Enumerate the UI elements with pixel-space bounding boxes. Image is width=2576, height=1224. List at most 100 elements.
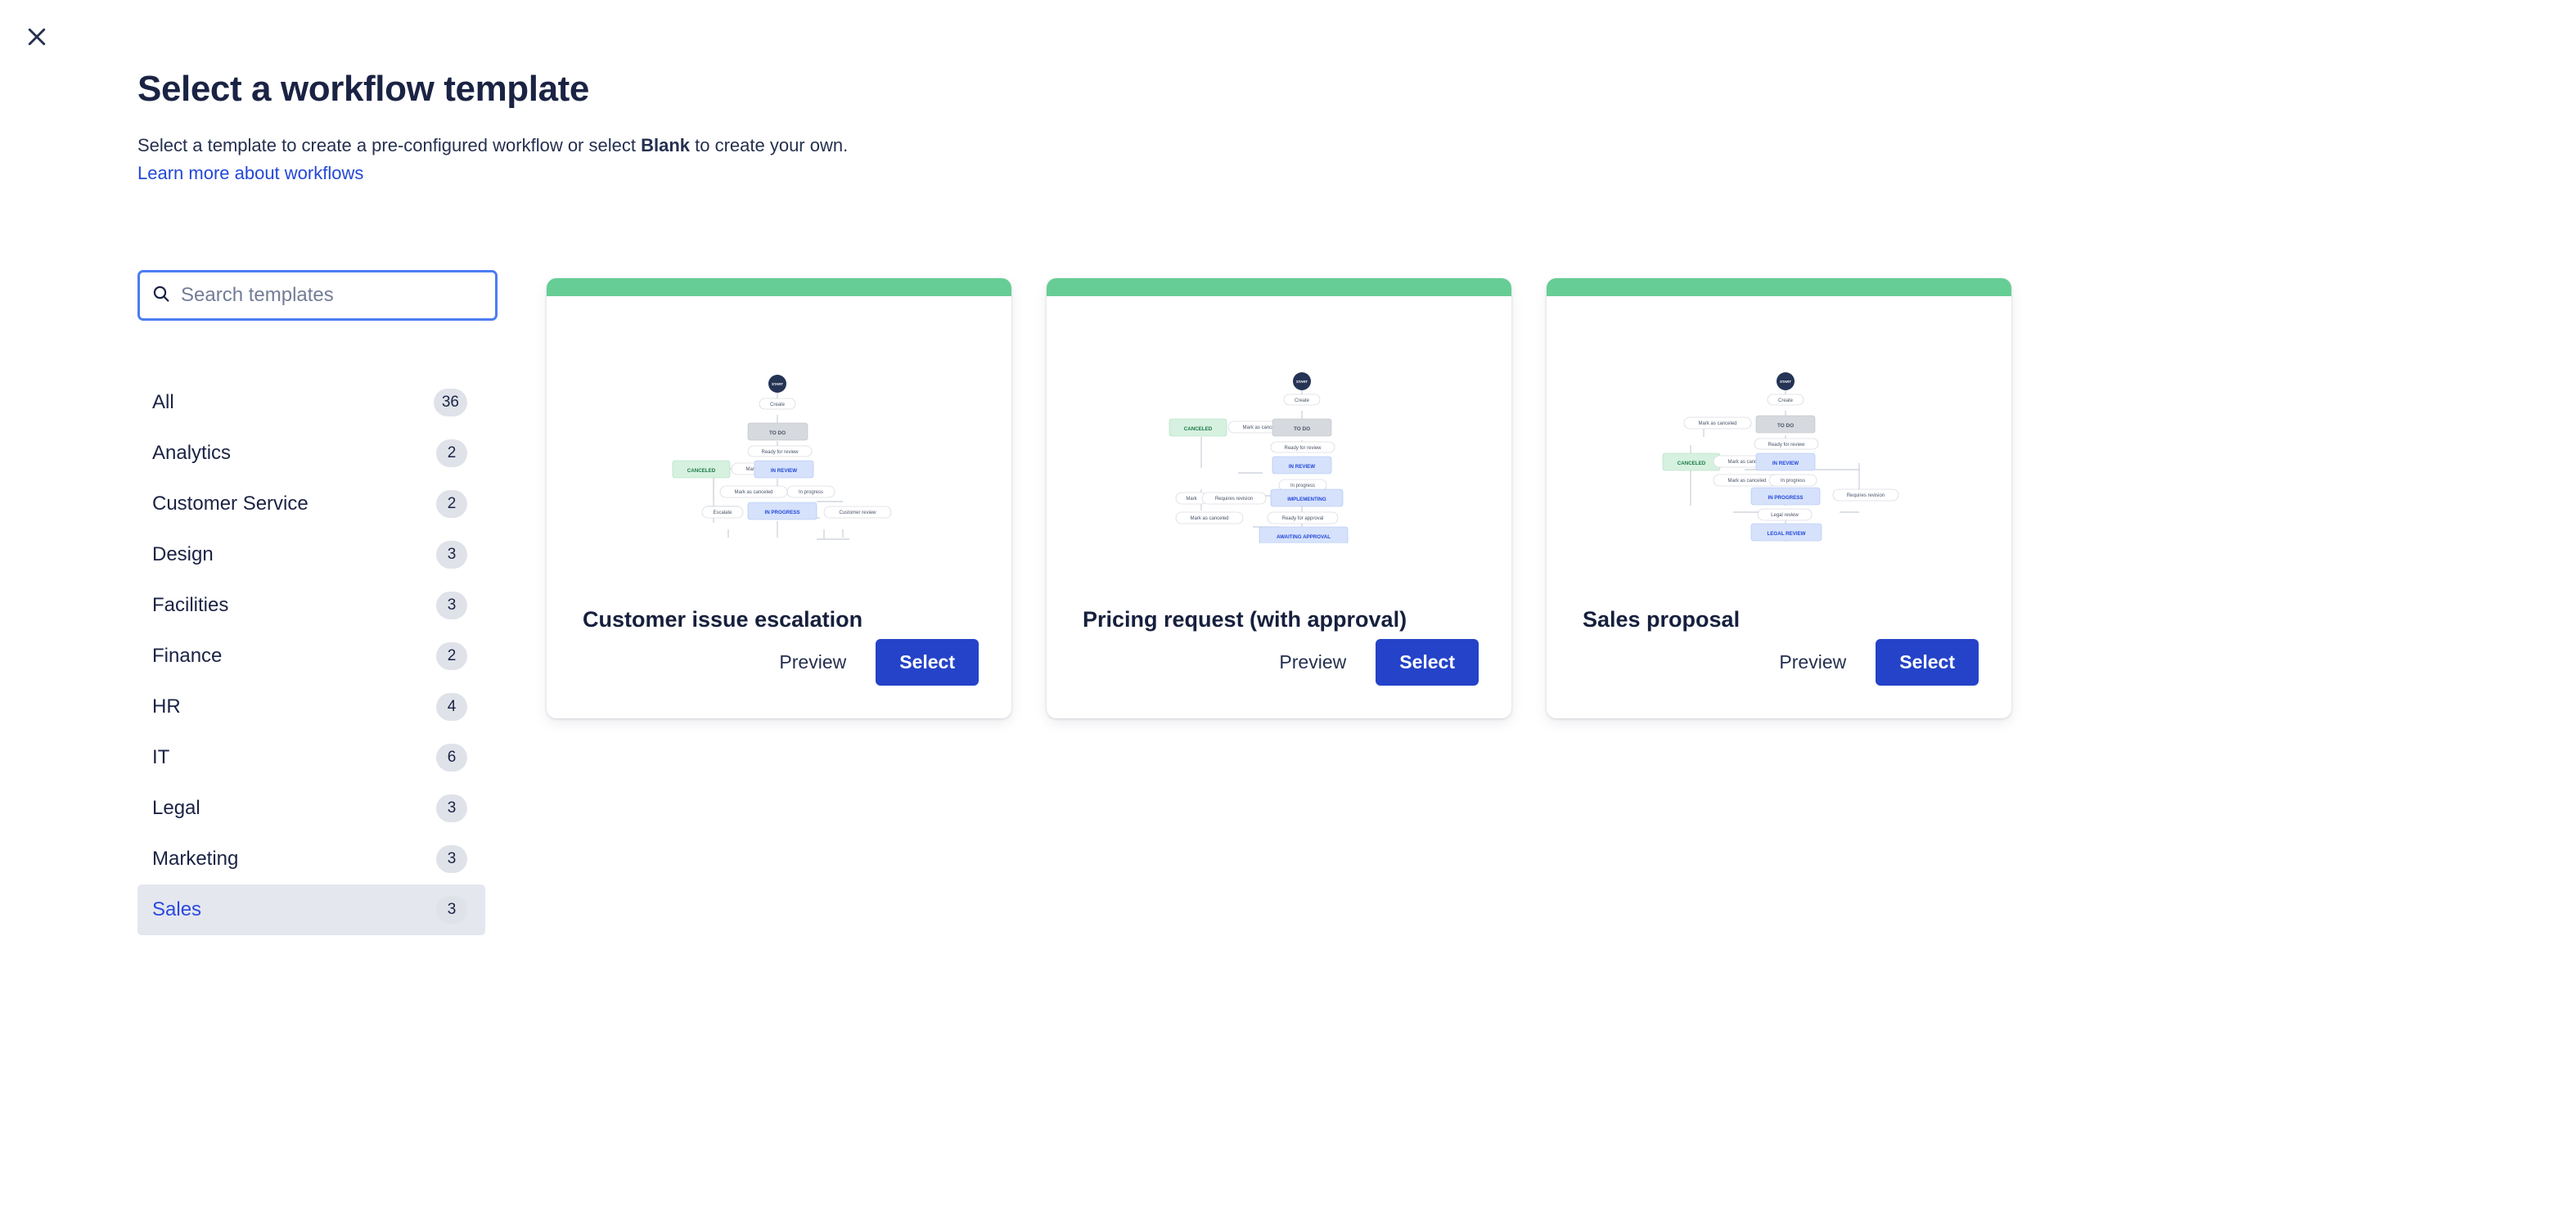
close-button[interactable] [18, 18, 56, 56]
sidebar-item-label: IT [152, 746, 170, 768]
workflow-diagram-thumbnail: START Create TO DO Ready for review CANC… [547, 296, 1011, 606]
template-card[interactable]: START Create TO DO Ready for review CANC… [547, 278, 1011, 718]
svg-text:Ready for review: Ready for review [1768, 443, 1805, 448]
sidebar-item-it[interactable]: IT 6 [137, 732, 485, 783]
svg-text:Legal review: Legal review [1771, 513, 1799, 518]
card-accent-bar [1547, 278, 2011, 296]
sidebar-item-label: All [152, 391, 174, 413]
sidebar-item-analytics[interactable]: Analytics 2 [137, 428, 485, 479]
svg-text:Mark as canceled: Mark as canceled [1727, 479, 1766, 484]
subtitle-part-1: Select a template to create a pre-config… [137, 134, 642, 155]
card-accent-bar [1047, 278, 1511, 296]
learn-more-link[interactable]: Learn more about workflows [137, 163, 363, 184]
sidebar-item-label: HR [152, 695, 181, 718]
sidebar-item-facilities[interactable]: Facilities 3 [137, 580, 485, 631]
page-subtitle: Select a template to create a pre-config… [137, 132, 2511, 160]
svg-text:IN PROGRESS: IN PROGRESS [765, 510, 800, 515]
sidebar-item-count: 3 [436, 794, 467, 822]
svg-text:TO DO: TO DO [769, 430, 786, 436]
svg-text:IN PROGRESS: IN PROGRESS [1768, 495, 1804, 501]
card-title: Customer issue escalation [583, 606, 863, 632]
search-field[interactable] [137, 270, 498, 321]
sidebar-item-count: 2 [436, 439, 467, 467]
sidebar-item-count: 3 [436, 592, 467, 619]
card-title: Sales proposal [1583, 606, 1741, 632]
svg-text:START: START [1296, 380, 1308, 384]
svg-text:TO DO: TO DO [1294, 426, 1310, 432]
sidebar-item-label: Customer Service [152, 493, 308, 515]
sidebar-item-label: Legal [152, 797, 200, 819]
svg-text:Mark as canceled: Mark as canceled [734, 490, 772, 495]
svg-text:Escalate: Escalate [713, 511, 732, 515]
sidebar: All36Analytics2Customer Service2Design3F… [137, 270, 522, 935]
sidebar-item-marketing[interactable]: Marketing 3 [137, 834, 485, 884]
sidebar-item-label: Sales [152, 898, 202, 920]
sidebar-item-design[interactable]: Design 3 [137, 529, 485, 580]
page-title: Select a workflow template [137, 69, 589, 109]
svg-text:LEGAL REVIEW: LEGAL REVIEW [1768, 531, 1806, 537]
sidebar-item-label: Facilities [152, 594, 229, 616]
svg-text:Create: Create [770, 403, 786, 407]
svg-text:IN REVIEW: IN REVIEW [1289, 464, 1315, 470]
dialog-header: Select a workflow template Select a temp… [137, 69, 2511, 184]
preview-button[interactable]: Preview [1261, 640, 1364, 685]
search-icon [151, 284, 181, 308]
svg-text:Mark as canceled: Mark as canceled [1190, 516, 1228, 521]
sidebar-item-all[interactable]: All 36 [137, 377, 485, 428]
svg-text:Create: Create [1778, 398, 1794, 403]
sidebar-item-label: Analytics [152, 442, 232, 464]
sidebar-item-finance[interactable]: Finance 2 [137, 631, 485, 682]
template-card[interactable]: START Create Mark as canceled TO DO Read… [1547, 278, 2011, 718]
sidebar-item-count: 2 [436, 642, 467, 670]
sidebar-item-label: Marketing [152, 848, 239, 870]
svg-text:Requires revision: Requires revision [1215, 497, 1253, 502]
preview-button[interactable]: Preview [761, 640, 864, 685]
sidebar-item-label: Finance [152, 645, 223, 667]
svg-text:In progress: In progress [1781, 479, 1805, 484]
svg-text:IN REVIEW: IN REVIEW [771, 468, 797, 474]
category-list: All 36 Analytics 2 Customer Service 2 Design 3 F… [137, 377, 485, 935]
template-card[interactable]: START Create CANCELED Mark as canceled T… [1047, 278, 1511, 718]
svg-text:Create: Create [1295, 398, 1310, 403]
sidebar-item-legal[interactable]: Legal 3 [137, 783, 485, 834]
svg-text:In progress: In progress [1290, 484, 1315, 488]
sidebar-item-count: 36 [433, 389, 467, 416]
select-button[interactable]: Select [876, 639, 979, 686]
svg-text:Ready for approval: Ready for approval [1282, 516, 1324, 521]
sidebar-item-customer-service[interactable]: Customer Service 2 [137, 479, 485, 529]
subtitle-part-2: to create your own. [690, 134, 849, 155]
select-button[interactable]: Select [1876, 639, 1979, 686]
svg-text:START: START [1780, 380, 1791, 384]
svg-text:IMPLEMENTING: IMPLEMENTING [1287, 497, 1326, 502]
close-icon [25, 25, 49, 49]
sidebar-item-count: 4 [436, 693, 467, 721]
sidebar-item-count: 2 [436, 490, 467, 518]
svg-text:CANCELED: CANCELED [1184, 426, 1213, 432]
workflow-diagram-thumbnail: START Create Mark as canceled TO DO Read… [1547, 296, 2011, 606]
svg-text:CANCELED: CANCELED [1678, 461, 1706, 466]
card-actions: Preview Select [1547, 639, 2011, 718]
svg-text:TO DO: TO DO [1777, 423, 1794, 429]
sidebar-item-count: 3 [436, 896, 467, 924]
card-title: Pricing request (with approval) [1083, 606, 1407, 632]
svg-text:Customer review: Customer review [839, 511, 876, 515]
workflow-diagram-thumbnail: START Create CANCELED Mark as canceled T… [1047, 296, 1511, 606]
subtitle-blank-keyword: Blank [641, 134, 690, 155]
search-input[interactable] [181, 284, 484, 307]
sidebar-item-hr[interactable]: HR 4 [137, 682, 485, 732]
sidebar-item-count: 3 [436, 845, 467, 873]
template-card-grid: START Create TO DO Ready for review CANC… [547, 270, 2011, 718]
svg-text:START: START [772, 382, 783, 386]
svg-text:IN REVIEW: IN REVIEW [1772, 461, 1799, 466]
sidebar-item-count: 6 [436, 744, 467, 772]
sidebar-item-sales[interactable]: Sales 3 [137, 884, 485, 935]
card-actions: Preview Select [1047, 639, 1511, 718]
select-button[interactable]: Select [1376, 639, 1479, 686]
svg-text:Ready for review: Ready for review [761, 450, 799, 455]
sidebar-item-label: Design [152, 543, 214, 565]
preview-button[interactable]: Preview [1761, 640, 1864, 685]
card-actions: Preview Select [547, 639, 1011, 718]
card-accent-bar [547, 278, 1011, 296]
svg-text:Requires revision: Requires revision [1847, 493, 1885, 498]
svg-text:In progress: In progress [799, 490, 823, 495]
